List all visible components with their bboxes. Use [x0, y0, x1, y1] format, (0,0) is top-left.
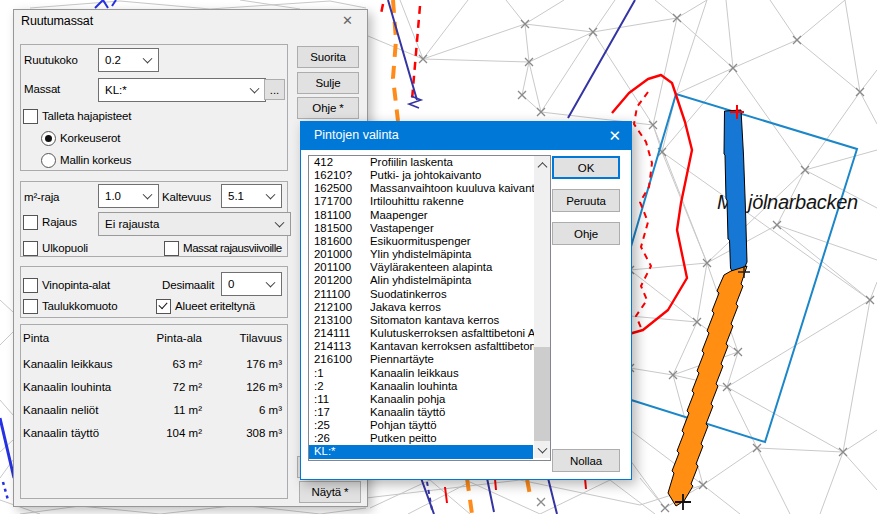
taulukko-label[interactable]: Taulukkomuoto: [42, 298, 117, 314]
peruuta-button[interactable]: Peruuta: [552, 189, 620, 212]
mallin-korkeus-radio[interactable]: [41, 153, 56, 168]
browse-button[interactable]: ...: [264, 79, 285, 100]
list-item[interactable]: 171700Irtilouhittu rakenne: [309, 195, 550, 208]
ok-button[interactable]: OK: [552, 156, 620, 179]
pipe-blue-bar[interactable]: [724, 110, 747, 278]
list-item[interactable]: 162500Massanvaihtoon kuuluva kaivanto: [309, 182, 550, 195]
alueet-checkbox[interactable]: [156, 299, 171, 314]
desimaalit-label: Desimaalit: [162, 277, 214, 293]
close-icon[interactable]: ✕: [342, 13, 353, 29]
vinopinta-label[interactable]: Vinopinta-alat: [42, 277, 110, 293]
scroll-down-button[interactable]: [534, 441, 550, 458]
korkeuserot-label[interactable]: Korkeuserot: [60, 130, 120, 146]
titlebar[interactable]: Pintojen valinta ✕: [301, 122, 631, 150]
list-item[interactable]: 16210?Putki- ja johtokaivanto: [309, 169, 550, 182]
talleta-label[interactable]: Talleta hajapisteet: [42, 108, 131, 124]
results-table: Pinta Pinta-ala Tilavuus Kanaalin leikka…: [20, 324, 288, 497]
col-header-pinta: Pinta: [23, 330, 49, 346]
desimaalit-combo[interactable]: 0: [221, 272, 282, 296]
list-item[interactable]: 211100Suodatinkerros: [309, 288, 550, 301]
col-header-tilavuus: Tilavuus: [240, 330, 282, 346]
scroll-thumb[interactable]: [534, 347, 550, 442]
list-item[interactable]: 201200Alin yhdistelmäpinta: [309, 274, 550, 287]
nollaa-button[interactable]: Nollaa: [552, 449, 620, 472]
dialog-title: Ruutumassat: [21, 13, 93, 29]
scroll-up-button[interactable]: [534, 156, 550, 173]
m2raja-combo[interactable]: 1.0: [98, 184, 159, 208]
application-window: { "accent": "#0078d7", "window1": { "tit…: [0, 0, 877, 514]
rajaus-mode-combo[interactable]: Ei rajausta: [98, 212, 291, 236]
surface-listbox[interactable]: 412Profiilin laskenta16210?Putki- ja joh…: [308, 155, 551, 461]
alueet-label[interactable]: Alueet eriteltynä: [175, 298, 255, 314]
list-rows: 412Profiilin laskenta16210?Putki- ja joh…: [309, 156, 550, 459]
list-item[interactable]: :17Kanaalin täyttö: [309, 406, 550, 419]
taulukko-checkbox[interactable]: [23, 299, 38, 314]
massat-combo[interactable]: KL:*: [98, 78, 266, 102]
list-item[interactable]: 214111Kulutuskerroksen asfalttibetoni AB: [309, 327, 550, 340]
kaltevuus-label: Kaltevuus: [162, 189, 211, 205]
rajaus-checkbox[interactable]: [23, 215, 38, 230]
ohje-button[interactable]: Ohje *: [297, 97, 359, 119]
result-row: Kanaalin neliöt11 m²6 m³: [20, 402, 288, 418]
massat-label: Massat: [24, 81, 60, 97]
m2raja-label: m²-raja: [24, 189, 59, 205]
col-header-pintaala: Pinta-ala: [157, 330, 202, 346]
result-row: Kanaalin täyttö104 m²308 m³: [20, 425, 288, 441]
list-item[interactable]: 181500Vastapenger: [309, 222, 550, 235]
korkeuserot-radio[interactable]: [41, 131, 56, 146]
list-item[interactable]: KL:*: [309, 445, 533, 458]
svg-text:jölnarbacken: jölnarbacken: [745, 191, 858, 213]
list-item[interactable]: :11Kanaalin pohja: [309, 393, 550, 406]
dialog-title: Pintojen valinta: [314, 128, 399, 142]
close-icon[interactable]: ✕: [608, 127, 621, 145]
list-item[interactable]: 412Profiilin laskenta: [309, 156, 550, 169]
result-row: Kanaalin leikkaus63 m²176 m³: [20, 356, 288, 372]
list-item[interactable]: 214113Kantavan kerroksen asfalttibetoni: [309, 340, 550, 353]
list-item[interactable]: :25Pohjan täyttö: [309, 419, 550, 432]
list-item[interactable]: 216100Piennartäyte: [309, 353, 550, 366]
ulkopuoli-label[interactable]: Ulkopuoli: [42, 240, 88, 256]
list-item[interactable]: :1Kanaalin leikkaus: [309, 367, 550, 380]
result-row: Kanaalin louhinta72 m²126 m³: [20, 379, 288, 395]
ulkopuoli-checkbox[interactable]: [23, 241, 38, 256]
dialog-pintojen-valinta: Pintojen valinta ✕ 412Profiilin laskenta…: [300, 121, 632, 480]
ruutukoko-label: Ruutukoko: [24, 52, 78, 68]
pipe-orange-bar[interactable]: [668, 266, 747, 506]
ohje-button[interactable]: Ohje: [552, 222, 620, 245]
list-item[interactable]: 201000Ylin yhdistelmäpinta: [309, 248, 550, 261]
mallin-korkeus-label[interactable]: Mallin korkeus: [60, 152, 131, 168]
list-item[interactable]: 181100Maapenger: [309, 209, 550, 222]
scrollbar[interactable]: [534, 156, 550, 458]
rajaus-label[interactable]: Rajaus: [42, 214, 77, 230]
list-item[interactable]: 213100Sitomaton kantava kerros: [309, 314, 550, 327]
kaltevuus-combo[interactable]: 5.1: [221, 184, 282, 208]
talleta-checkbox[interactable]: [23, 109, 38, 124]
list-item[interactable]: :26Putken peitto: [309, 432, 550, 445]
list-item[interactable]: 181600Esikuormituspenger: [309, 235, 550, 248]
nayta-button[interactable]: Näytä *: [299, 481, 361, 503]
ruutukoko-combo[interactable]: 0.2: [98, 48, 159, 72]
suorita-button[interactable]: Suorita: [297, 46, 359, 68]
sulje-button[interactable]: Sulje: [297, 72, 359, 94]
list-item[interactable]: 201100Väylärakenteen alapinta: [309, 261, 550, 274]
vinopinta-checkbox[interactable]: [23, 278, 38, 293]
massat-rajaus-checkbox[interactable]: [164, 241, 179, 256]
list-item[interactable]: 212100Jakava kerros: [309, 301, 550, 314]
massat-rajaus-label[interactable]: Massat rajausviivoille: [183, 240, 282, 256]
list-item[interactable]: :2Kanaalin louhinta: [309, 380, 550, 393]
